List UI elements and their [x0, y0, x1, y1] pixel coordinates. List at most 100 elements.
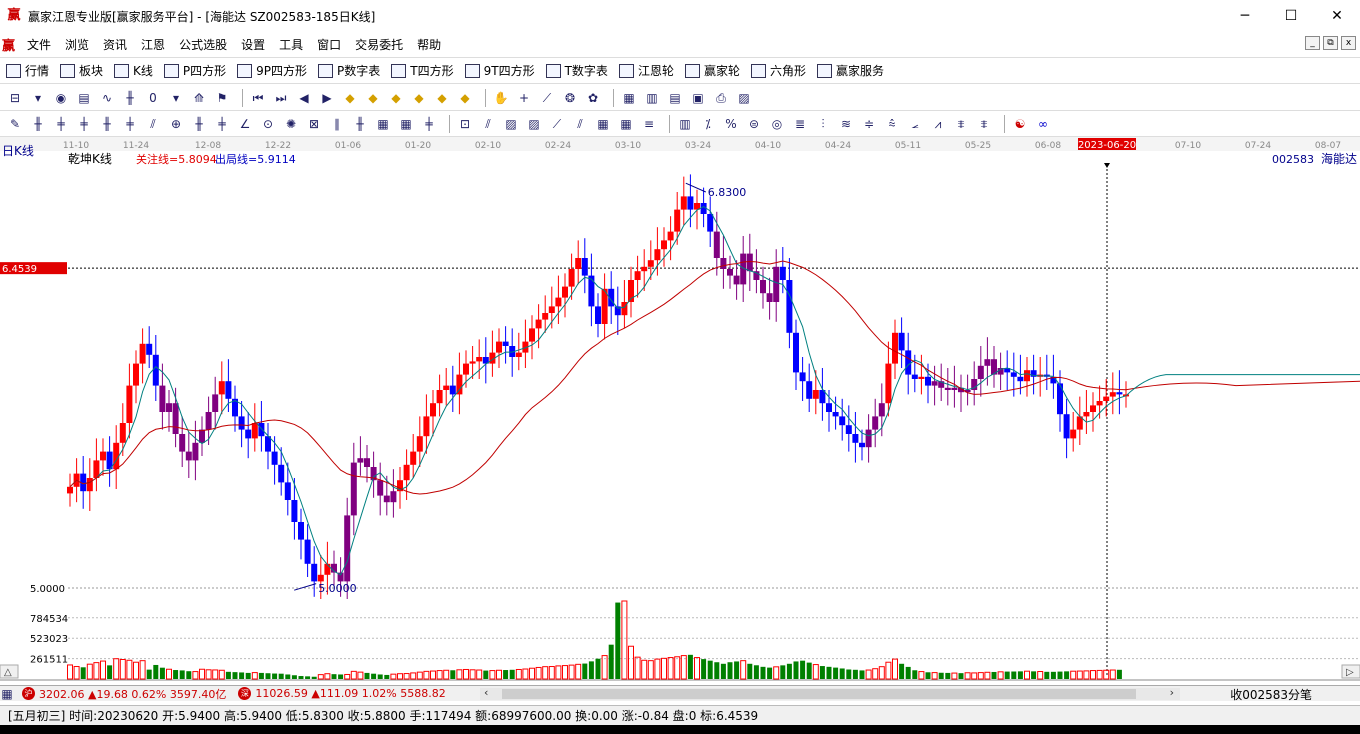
stair-icon[interactable]: ⩯: [883, 115, 901, 133]
horizontal-scrollbar[interactable]: ‹ ›: [480, 686, 1180, 700]
percent-icon[interactable]: %: [722, 115, 740, 133]
grid-11-icon[interactable]: ╪: [420, 115, 438, 133]
print-icon[interactable]: ⎙: [712, 89, 730, 107]
time-zone-icon[interactable]: ≣: [791, 115, 809, 133]
grid-3-icon[interactable]: ╪: [75, 115, 93, 133]
grid-10-icon[interactable]: ▦: [397, 115, 415, 133]
first-icon[interactable]: ⏮: [249, 89, 267, 107]
grid-4-icon[interactable]: ╫: [98, 115, 116, 133]
crosshair-icon[interactable]: +: [515, 89, 533, 107]
save-icon[interactable]: ▣: [689, 89, 707, 107]
scroll-right-icon[interactable]: ›: [1170, 686, 1174, 699]
toolbar-item-3[interactable]: P四方形: [163, 62, 226, 79]
left-icon[interactable]: ◀: [295, 89, 313, 107]
mdi-minimize-button[interactable]: _: [1305, 36, 1320, 50]
menu-browse[interactable]: 浏览: [58, 36, 96, 53]
toolbar-item-5[interactable]: P数字表: [318, 62, 380, 79]
fan-2-icon[interactable]: ⫽: [479, 115, 497, 133]
menu-formula-select[interactable]: 公式选股: [172, 36, 234, 53]
lines-icon[interactable]: ≡: [640, 115, 658, 133]
menu-file[interactable]: 文件: [20, 36, 58, 53]
scroll-left-icon[interactable]: ‹: [484, 686, 488, 699]
wave-2-icon[interactable]: ≋: [837, 115, 855, 133]
toolbar-item-12[interactable]: 赢家服务: [816, 62, 884, 79]
angle-2-icon[interactable]: ⦟: [906, 115, 924, 133]
chevron-down-icon[interactable]: ▾: [29, 89, 47, 107]
last-icon[interactable]: ⏭: [272, 89, 290, 107]
trend-icon[interactable]: ⟋: [548, 115, 566, 133]
circle-2-icon[interactable]: ◎: [768, 115, 786, 133]
menu-news[interactable]: 资讯: [96, 36, 134, 53]
right-icon[interactable]: ▶: [318, 89, 336, 107]
template-icon[interactable]: ◉: [52, 89, 70, 107]
mdi-close-button[interactable]: x: [1341, 36, 1356, 50]
toolbar-item-6[interactable]: T四方形: [391, 62, 454, 79]
toolbar-item-2[interactable]: K线: [114, 62, 153, 79]
draw-tools-icon[interactable]: ⊟: [6, 89, 24, 107]
diamond-2-icon[interactable]: ◆: [364, 89, 382, 107]
diamond-1-icon[interactable]: ◆: [341, 89, 359, 107]
channel-icon[interactable]: ⫽: [571, 115, 589, 133]
menu-gann[interactable]: 江恩: [134, 36, 172, 53]
grid-9-icon[interactable]: ▦: [374, 115, 392, 133]
toolbar-item-11[interactable]: 六角形: [750, 62, 806, 79]
dots-icon[interactable]: ▦: [594, 115, 612, 133]
diamond-6-icon[interactable]: ◆: [456, 89, 474, 107]
ruler-icon[interactable]: ⟰: [190, 89, 208, 107]
list-icon[interactable]: ▤: [666, 89, 684, 107]
grid-5-icon[interactable]: ╪: [121, 115, 139, 133]
menu-tools[interactable]: 工具: [272, 36, 310, 53]
grid-6-icon[interactable]: ╫: [190, 115, 208, 133]
table-icon[interactable]: ▥: [643, 89, 661, 107]
screen-icon[interactable]: ▨: [735, 89, 753, 107]
toolbar-item-4[interactable]: 9P四方形: [237, 62, 307, 79]
toolbar-item-10[interactable]: 赢家轮: [684, 62, 740, 79]
toolbar-item-0[interactable]: 行情: [6, 62, 49, 79]
toolbar-item-8[interactable]: T数字表: [545, 62, 608, 79]
cursor-icon[interactable]: ⊡: [456, 115, 474, 133]
wave-icon[interactable]: ∿: [98, 89, 116, 107]
yin-yang-icon[interactable]: ☯: [1011, 115, 1029, 133]
toolbar-item-9[interactable]: 江恩轮: [618, 62, 674, 79]
tick-detail-label[interactable]: 收002583分笔: [1230, 686, 1312, 703]
star-icon[interactable]: ✿: [584, 89, 602, 107]
angle-icon[interactable]: ∠: [236, 115, 254, 133]
menu-window[interactable]: 窗口: [310, 36, 348, 53]
percent-line-icon[interactable]: ⁒: [699, 115, 717, 133]
menu-trade[interactable]: 交易委托: [348, 36, 410, 53]
level-icon[interactable]: ≑: [860, 115, 878, 133]
circle-icon[interactable]: ⊙: [259, 115, 277, 133]
notes-icon[interactable]: ▤: [75, 89, 93, 107]
diamond-3-icon[interactable]: ◆: [387, 89, 405, 107]
kline-chart[interactable]: 11-10 11-24 12-08 12-22 01-06 01-20 02-10 02-24…: [0, 137, 1360, 685]
square-icon[interactable]: ▦: [617, 115, 635, 133]
flag-icon[interactable]: ⚑: [213, 89, 231, 107]
menu-settings[interactable]: 设置: [234, 36, 272, 53]
chart-svg[interactable]: 11-10 11-24 12-08 12-22 01-06 01-20 02-10 02-24…: [0, 137, 1360, 685]
line-icon[interactable]: ⟋: [538, 89, 556, 107]
zero-icon[interactable]: 0: [144, 89, 162, 107]
infinity-icon[interactable]: ∞: [1034, 115, 1052, 133]
menu-help[interactable]: 帮助: [410, 36, 448, 53]
diamond-4-icon[interactable]: ◆: [410, 89, 428, 107]
box-fan-2-icon[interactable]: ▨: [525, 115, 543, 133]
sun-icon[interactable]: ✺: [282, 115, 300, 133]
toolbar-item-1[interactable]: 板块: [60, 62, 103, 79]
calendar-icon[interactable]: ▦: [620, 89, 638, 107]
diamond-5-icon[interactable]: ◆: [433, 89, 451, 107]
pan-icon[interactable]: ❂: [561, 89, 579, 107]
bars-icon[interactable]: ∥: [328, 115, 346, 133]
ray-icon[interactable]: ⩘: [929, 115, 947, 133]
toolbar-item-7[interactable]: 9T四方形: [464, 62, 535, 79]
grid-7-icon[interactable]: ╪: [213, 115, 231, 133]
hand-icon[interactable]: ✋: [492, 89, 510, 107]
grid-icon[interactable]: ▦: [0, 685, 14, 703]
cross-box-icon[interactable]: ⊠: [305, 115, 323, 133]
pencil-icon[interactable]: ✎: [6, 115, 24, 133]
minimize-button[interactable]: ─: [1222, 0, 1268, 32]
box-fan-icon[interactable]: ▨: [502, 115, 520, 133]
ruler-2-icon[interactable]: ▥: [676, 115, 694, 133]
grid-12-icon[interactable]: ⩨: [952, 115, 970, 133]
close-button[interactable]: ✕: [1314, 0, 1360, 32]
grid-13-icon[interactable]: ⩨: [975, 115, 993, 133]
